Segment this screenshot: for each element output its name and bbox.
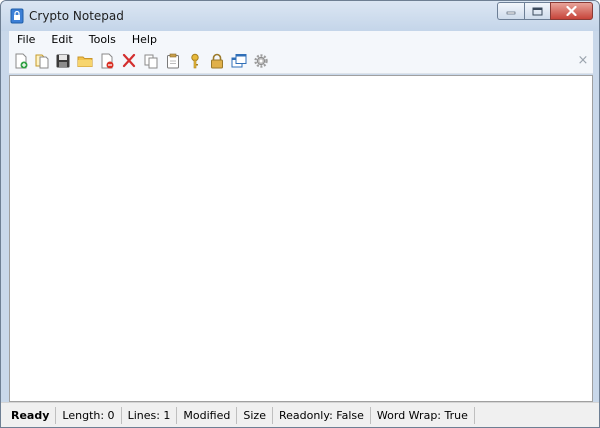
maximize-icon bbox=[532, 7, 543, 15]
status-lines: Lines: 1 bbox=[122, 406, 178, 424]
status-bar: Ready Length: 0 Lines: 1 Modified Size R… bbox=[1, 402, 599, 427]
maximize-button[interactable] bbox=[524, 2, 550, 20]
title-bar[interactable]: Crypto Notepad bbox=[1, 1, 599, 31]
app-window: Crypto Notepad File Edit Tools Help × Re… bbox=[0, 0, 600, 428]
open-file-icon bbox=[35, 54, 49, 69]
copy-icon bbox=[144, 54, 158, 69]
new-file-button[interactable] bbox=[13, 53, 29, 69]
status-modified: Modified bbox=[177, 406, 238, 424]
status-readonly: Readonly: False bbox=[273, 406, 371, 424]
app-lock-icon bbox=[10, 8, 24, 24]
minimize-icon bbox=[506, 11, 516, 15]
cut-icon bbox=[122, 53, 136, 68]
always-on-top-icon bbox=[231, 54, 247, 68]
close-button[interactable] bbox=[550, 2, 593, 20]
save-icon bbox=[56, 54, 70, 68]
copy-button[interactable] bbox=[143, 53, 159, 69]
open-file-button[interactable] bbox=[34, 53, 50, 69]
save-button[interactable] bbox=[55, 53, 71, 69]
paste-button[interactable] bbox=[165, 53, 181, 69]
open-folder-button[interactable] bbox=[77, 53, 93, 69]
menu-file[interactable]: File bbox=[9, 31, 43, 49]
lock-button[interactable] bbox=[209, 53, 225, 69]
menu-help[interactable]: Help bbox=[124, 31, 165, 49]
paste-icon bbox=[167, 53, 179, 69]
toolbar-close-icon[interactable]: × bbox=[577, 54, 589, 67]
status-length: Length: 0 bbox=[56, 406, 122, 424]
delete-file-button[interactable] bbox=[99, 53, 115, 69]
minimize-button[interactable] bbox=[497, 2, 524, 20]
status-size: Size bbox=[237, 406, 273, 424]
settings-button[interactable] bbox=[253, 53, 269, 69]
settings-icon bbox=[254, 54, 268, 68]
always-on-top-button[interactable] bbox=[231, 53, 247, 69]
caption-buttons bbox=[497, 2, 593, 22]
folder-icon bbox=[77, 56, 93, 67]
close-icon bbox=[566, 6, 577, 16]
status-word-wrap: Word Wrap: True bbox=[371, 406, 475, 424]
delete-file-icon bbox=[101, 53, 114, 69]
toolbar: × bbox=[9, 49, 593, 74]
window-title: Crypto Notepad bbox=[29, 9, 124, 23]
lock-icon bbox=[211, 53, 223, 69]
menu-edit[interactable]: Edit bbox=[43, 31, 80, 49]
new-file-icon bbox=[15, 53, 28, 69]
text-editor[interactable] bbox=[9, 75, 593, 402]
menu-bar: File Edit Tools Help bbox=[9, 31, 593, 49]
status-ready: Ready bbox=[5, 406, 57, 424]
menu-tools[interactable]: Tools bbox=[81, 31, 124, 49]
change-key-button[interactable] bbox=[187, 53, 203, 69]
key-icon bbox=[191, 53, 199, 69]
cut-button[interactable] bbox=[121, 53, 137, 69]
